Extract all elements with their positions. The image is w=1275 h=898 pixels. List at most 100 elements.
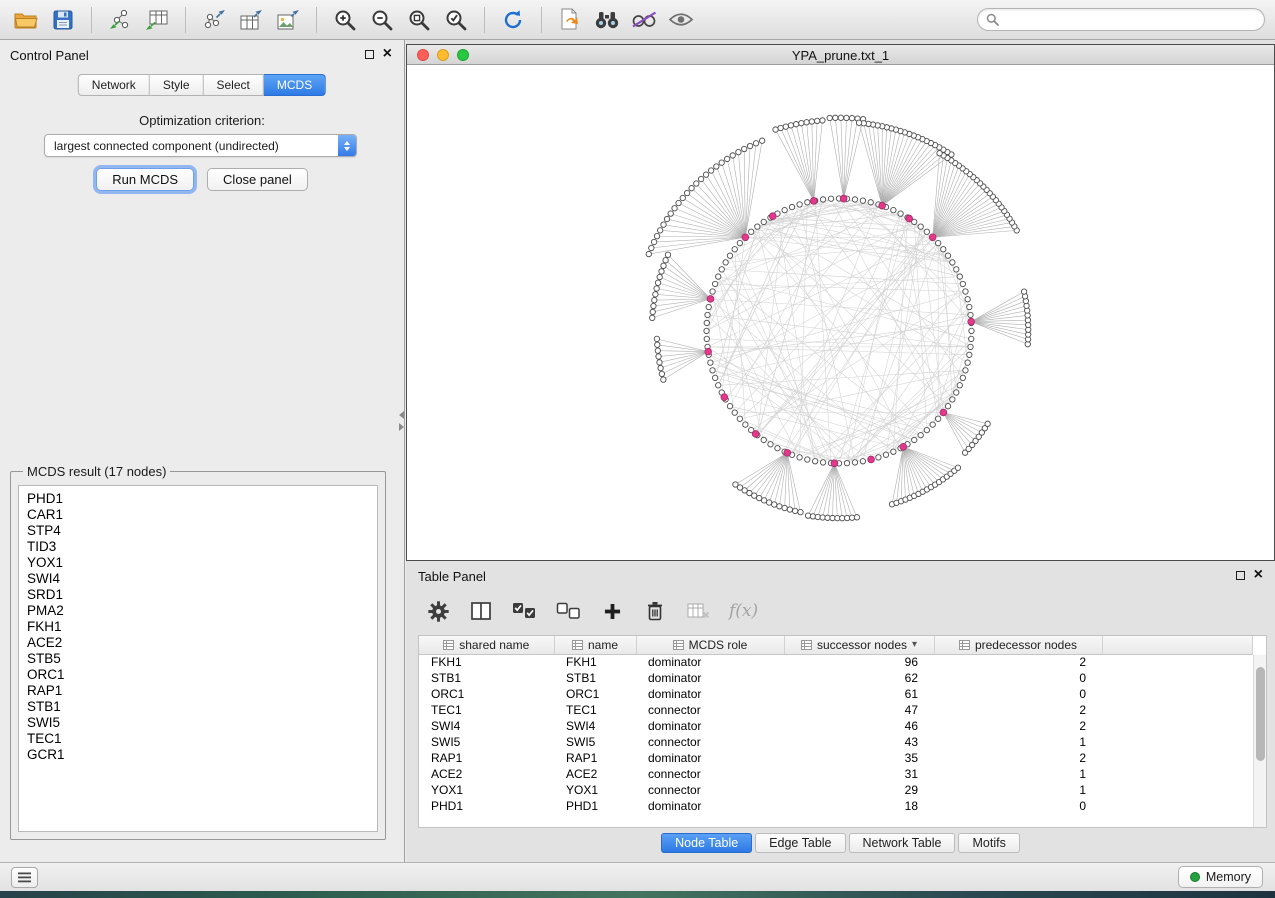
list-icon [18, 872, 31, 883]
column-header-name[interactable]: name [554, 636, 636, 654]
network-title: YPA_prune.txt_1 [407, 48, 1274, 63]
table-scrollbar[interactable] [1253, 655, 1266, 827]
export-image-button[interactable] [272, 5, 304, 35]
table-row[interactable]: ORC1ORC1dominator610 [419, 686, 1253, 702]
main-toolbar [0, 0, 1275, 40]
toolbar-separator [541, 7, 542, 33]
control-panel: Control Panel × NetworkStyleSelectMCDS O… [0, 40, 405, 862]
show-all-button[interactable] [665, 5, 697, 35]
status-bar: Memory [0, 862, 1275, 891]
control-panel-title: Control Panel [10, 48, 89, 63]
import-network-button[interactable] [104, 5, 136, 35]
open-session-button[interactable] [10, 5, 42, 35]
column-header-MCDS-role[interactable]: MCDS role [636, 636, 784, 654]
result-node[interactable]: ORC1 [27, 667, 369, 683]
result-node[interactable]: FKH1 [27, 619, 369, 635]
status-menu-button[interactable] [11, 867, 38, 888]
glasses-slash-icon [631, 11, 657, 28]
toolbar-separator [484, 7, 485, 33]
result-node[interactable]: STB1 [27, 699, 369, 715]
table-panel-title: Table Panel [418, 569, 486, 584]
export-table-button[interactable] [235, 5, 267, 35]
delete-table-icon [687, 603, 710, 619]
result-node[interactable]: RAP1 [27, 683, 369, 699]
tab-network-table[interactable]: Network Table [849, 833, 956, 853]
table-settings-button[interactable] [426, 598, 450, 624]
tab-mcds[interactable]: MCDS [264, 74, 326, 96]
result-node[interactable]: TID3 [27, 539, 369, 555]
result-node[interactable]: ACE2 [27, 635, 369, 651]
add-column-button[interactable] [600, 598, 624, 624]
show-columns-button[interactable] [469, 598, 493, 624]
zoom-out-button[interactable] [366, 5, 398, 35]
deselect-all-button[interactable] [556, 598, 581, 624]
network-canvas[interactable] [407, 66, 1274, 560]
zoom-fit-button[interactable] [403, 5, 435, 35]
run-mcds-button[interactable]: Run MCDS [96, 168, 194, 191]
result-node[interactable]: STP4 [27, 523, 369, 539]
scrollbar-thumb[interactable] [1256, 667, 1265, 761]
node-table-container: shared namenameMCDS rolesuccessor nodes▾… [418, 635, 1267, 828]
result-node[interactable]: SRD1 [27, 587, 369, 603]
table-row[interactable]: ACE2ACE2connector311 [419, 766, 1253, 782]
result-node[interactable]: YOX1 [27, 555, 369, 571]
table-row[interactable]: PHD1PHD1dominator180 [419, 798, 1253, 814]
save-session-button[interactable] [47, 5, 79, 35]
splitter-handle[interactable] [398, 408, 405, 434]
tab-select[interactable]: Select [204, 74, 264, 96]
tab-motifs[interactable]: Motifs [958, 833, 1019, 853]
desktop-wallpaper-strip [0, 891, 1275, 898]
first-neighbors-button[interactable] [591, 5, 623, 35]
copy-document-button[interactable] [554, 5, 586, 35]
sort-icon [959, 640, 970, 650]
table-row[interactable]: SWI5SWI5connector431 [419, 734, 1253, 750]
result-node[interactable]: GCR1 [27, 747, 369, 763]
memory-button[interactable]: Memory [1178, 866, 1263, 888]
close-panel-icon[interactable]: × [383, 49, 392, 59]
binoculars-icon [594, 10, 620, 29]
node-table-header-row: shared namenameMCDS rolesuccessor nodes▾… [419, 636, 1253, 654]
refresh-button[interactable] [497, 5, 529, 35]
select-all-button[interactable] [512, 598, 537, 624]
export-network-button[interactable] [198, 5, 230, 35]
result-node[interactable]: STB5 [27, 651, 369, 667]
table-toolbar: f(x) [406, 589, 1275, 633]
zoom-selected-button[interactable] [440, 5, 472, 35]
result-node[interactable]: CAR1 [27, 507, 369, 523]
result-node[interactable]: SWI5 [27, 715, 369, 731]
close-panel-icon[interactable]: × [1254, 570, 1263, 580]
import-table-button[interactable] [141, 5, 173, 35]
result-node[interactable]: TEC1 [27, 731, 369, 747]
table-row[interactable]: TEC1TEC1connector472 [419, 702, 1253, 718]
network-view-window: YPA_prune.txt_1 [406, 44, 1275, 561]
column-header-successor-nodes[interactable]: successor nodes▾ [784, 636, 934, 654]
criterion-dropdown[interactable]: largest connected component (undirected) [44, 134, 357, 157]
tab-style[interactable]: Style [150, 74, 204, 96]
sort-icon [572, 640, 583, 650]
float-panel-icon[interactable] [1236, 571, 1245, 580]
zoom-in-button[interactable] [329, 5, 361, 35]
column-header-shared-name[interactable]: shared name [419, 636, 554, 654]
tab-edge-table[interactable]: Edge Table [755, 833, 845, 853]
search-field[interactable] [977, 8, 1265, 31]
mcds-result-list[interactable]: PHD1CAR1STP4TID3YOX1SWI4SRD1PMA2FKH1ACE2… [18, 485, 378, 832]
float-panel-icon[interactable] [365, 50, 374, 59]
tab-network[interactable]: Network [78, 74, 150, 96]
network-canvas-svg [407, 66, 1274, 560]
hide-selected-button[interactable] [628, 5, 660, 35]
network-titlebar[interactable]: YPA_prune.txt_1 [407, 45, 1274, 65]
column-header-predecessor-nodes[interactable]: predecessor nodes [934, 636, 1102, 654]
export-table-icon [239, 9, 263, 31]
result-node[interactable]: SWI4 [27, 571, 369, 587]
tab-node-table[interactable]: Node Table [661, 833, 752, 853]
table-row[interactable]: STB1STB1dominator620 [419, 670, 1253, 686]
search-input[interactable] [1004, 12, 1256, 28]
table-row[interactable]: SWI4SWI4dominator462 [419, 718, 1253, 734]
delete-columns-button[interactable] [643, 598, 667, 624]
table-row[interactable]: FKH1FKH1dominator962 [419, 654, 1253, 670]
table-row[interactable]: RAP1RAP1dominator352 [419, 750, 1253, 766]
result-node[interactable]: PMA2 [27, 603, 369, 619]
close-panel-button[interactable]: Close panel [207, 168, 308, 191]
result-node[interactable]: PHD1 [27, 491, 369, 507]
table-row[interactable]: YOX1YOX1connector291 [419, 782, 1253, 798]
